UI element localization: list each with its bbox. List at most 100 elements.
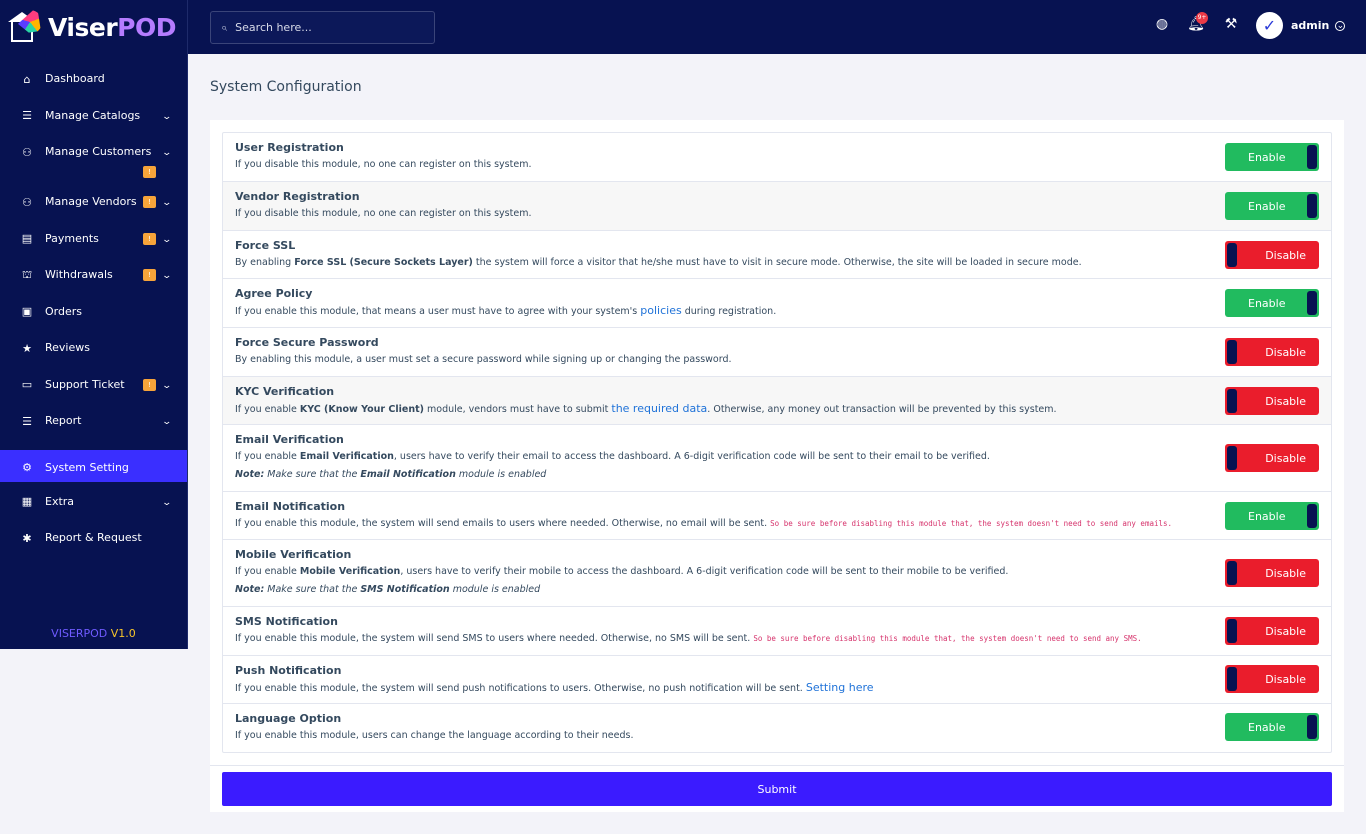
setting-row-mobile-verification: Mobile Verification If you enable Mobile… bbox=[223, 540, 1331, 607]
server-icon: ▦ bbox=[21, 495, 33, 508]
setting-row-vendor-registration: Vendor Registration If you disable this … bbox=[223, 182, 1331, 231]
home-icon: ⌂ bbox=[23, 72, 31, 86]
setting-title: KYC Verification bbox=[235, 385, 335, 398]
toggle-label: Disable bbox=[1265, 394, 1306, 408]
sidebar-item-system-setting[interactable]: ⚙ System Setting bbox=[0, 449, 187, 482]
setting-title: Agree Policy bbox=[235, 287, 313, 300]
email-notification-toggle[interactable]: Enable bbox=[1225, 502, 1319, 530]
alert-badge: ! bbox=[143, 166, 156, 178]
avatar: ✓ bbox=[1256, 12, 1283, 39]
sidebar-item-reviews[interactable]: ★ Reviews bbox=[0, 340, 187, 377]
sidebar-item-manage-catalogs[interactable]: ☰ Manage Catalogs ⌄ bbox=[0, 108, 187, 145]
setting-row-user-registration: User Registration If you disable this mo… bbox=[223, 133, 1331, 182]
push-notification-toggle[interactable]: Disable bbox=[1225, 665, 1319, 693]
setting-title: SMS Notification bbox=[235, 615, 338, 628]
setting-title: Mobile Verification bbox=[235, 548, 352, 561]
setting-title: Force SSL bbox=[235, 239, 296, 252]
sidebar-item-payments[interactable]: ▤ Payments ! ⌄ bbox=[0, 231, 187, 268]
submit-button[interactable]: Submit bbox=[222, 772, 1332, 806]
wrench-icon[interactable]: ⚒ bbox=[1221, 16, 1241, 36]
receipt-icon: ▤ bbox=[21, 232, 33, 245]
sms-notification-toggle[interactable]: Disable bbox=[1225, 617, 1319, 645]
setting-row-email-verification: Email Verification If you enable Email V… bbox=[223, 425, 1331, 492]
sidebar-item-support-ticket[interactable]: ▭ Support Ticket ! ⌄ bbox=[0, 377, 187, 414]
warning-code: So be sure before disabling this module … bbox=[770, 519, 1173, 528]
toggle-label: Enable bbox=[1248, 509, 1286, 523]
setting-description: If you enable Email Verification, users … bbox=[235, 451, 990, 462]
alert-badge: ! bbox=[143, 232, 156, 245]
vendor-registration-toggle[interactable]: Enable bbox=[1225, 192, 1319, 220]
toggle-label: Enable bbox=[1248, 150, 1286, 164]
money-icon: ▣ bbox=[21, 305, 33, 318]
sidebar-item-dashboard[interactable]: ⌂ Dashboard bbox=[0, 71, 187, 108]
setting-description: If you enable this module, users can cha… bbox=[235, 730, 634, 741]
settings-card: User Registration If you disable this mo… bbox=[210, 120, 1344, 812]
sidebar-item-manage-customers[interactable]: ⚇ Manage Customers ! ⌄ bbox=[0, 144, 187, 194]
toggle-label: Disable bbox=[1265, 451, 1306, 465]
user-registration-toggle[interactable]: Enable bbox=[1225, 143, 1319, 171]
bank-icon: ⛫ bbox=[21, 267, 33, 281]
chevron-down-icon: ⌄ bbox=[161, 234, 173, 245]
sidebar-item-extra[interactable]: ▦ Extra ⌄ bbox=[0, 494, 187, 531]
language-option-toggle[interactable]: Enable bbox=[1225, 713, 1319, 741]
chevron-down-icon: ⌄ bbox=[161, 198, 173, 208]
search-input[interactable] bbox=[235, 21, 416, 34]
mobile-verification-toggle[interactable]: Disable bbox=[1225, 559, 1319, 587]
setting-description: If you disable this module, no one can r… bbox=[235, 208, 532, 219]
setting-title: Language Option bbox=[235, 712, 342, 725]
gear-icon: ⚙ bbox=[22, 461, 32, 474]
setting-description: By enabling this module, a user must set… bbox=[235, 354, 732, 365]
brand-name-part1: Viser bbox=[48, 12, 118, 42]
sidebar-item-label: Orders bbox=[45, 304, 82, 318]
sidebar-item-report[interactable]: ☰ Report ⌄ bbox=[0, 413, 187, 450]
setting-title: User Registration bbox=[235, 141, 344, 154]
users-icon: ⚇ bbox=[22, 195, 32, 209]
policies-link[interactable]: policies bbox=[640, 304, 681, 317]
setting-title: Push Notification bbox=[235, 664, 342, 677]
setting-description: If you disable this module, no one can r… bbox=[235, 159, 532, 170]
sidebar-item-manage-vendors[interactable]: ⚇ Manage Vendors ! ⌄ bbox=[0, 194, 187, 231]
setting-note: Note: Make sure that the SMS Notificatio… bbox=[235, 584, 541, 595]
toggle-label: Disable bbox=[1265, 248, 1306, 262]
setting-row-agree-policy: Agree Policy If you enable this module, … bbox=[223, 279, 1331, 328]
sidebar-nav: ⌂ Dashboard ☰ Manage Catalogs ⌄ ⚇ Manage… bbox=[0, 71, 187, 567]
globe-icon[interactable]: ◍ bbox=[1152, 16, 1172, 36]
bug-icon: ✱ bbox=[22, 531, 32, 545]
divider bbox=[210, 765, 1344, 766]
toggle-label: Disable bbox=[1265, 672, 1306, 686]
kyc-verification-toggle[interactable]: Disable bbox=[1225, 387, 1319, 415]
sidebar-item-label: Extra bbox=[45, 494, 75, 508]
logo-icon bbox=[8, 8, 46, 46]
agree-policy-toggle[interactable]: Enable bbox=[1225, 289, 1319, 317]
force-ssl-toggle[interactable]: Disable bbox=[1225, 241, 1319, 269]
version-footer: VISERPOD V1.0 bbox=[0, 627, 187, 640]
search-box: ⌕ bbox=[210, 11, 435, 44]
setting-title: Vendor Registration bbox=[235, 190, 360, 203]
push-setting-link[interactable]: Setting here bbox=[806, 681, 874, 694]
force-secure-password-toggle[interactable]: Disable bbox=[1225, 338, 1319, 366]
list-icon: ☰ bbox=[22, 414, 32, 428]
toggle-label: Disable bbox=[1265, 566, 1306, 580]
sidebar-item-withdrawals[interactable]: ⛫ Withdrawals ! ⌄ bbox=[0, 267, 187, 304]
sidebar-item-report-request[interactable]: ✱ Report & Request bbox=[0, 530, 187, 567]
email-verification-toggle[interactable]: Disable bbox=[1225, 444, 1319, 472]
username: admin bbox=[1291, 19, 1330, 32]
sidebar-item-label: Withdrawals bbox=[45, 268, 113, 281]
setting-description: If you enable this module, the system wi… bbox=[235, 518, 1173, 529]
notification-count-badge: 9+ bbox=[1196, 12, 1208, 24]
user-menu[interactable]: ✓ admin ⌄ bbox=[1256, 12, 1346, 39]
setting-row-email-notification: Email Notification If you enable this mo… bbox=[223, 492, 1331, 540]
chevron-down-icon: ⌄ bbox=[161, 417, 173, 427]
chevron-down-icon: ⌄ bbox=[1335, 20, 1346, 31]
required-data-link[interactable]: the required data bbox=[611, 402, 707, 415]
setting-title: Email Notification bbox=[235, 500, 346, 513]
sidebar-item-label: Manage Vendors bbox=[45, 195, 137, 208]
sidebar-item-orders[interactable]: ▣ Orders bbox=[0, 304, 187, 341]
setting-description: If you enable Mobile Verification, users… bbox=[235, 566, 1009, 577]
sidebar-item-label: Manage Customers bbox=[45, 145, 152, 158]
setting-description: If you enable this module, that means a … bbox=[235, 304, 777, 317]
search-icon: ⌕ bbox=[221, 20, 228, 34]
brand-logo[interactable]: ViserPOD bbox=[0, 0, 187, 54]
page-title: System Configuration bbox=[210, 79, 362, 95]
bell-icon[interactable]: 🔔︎ 9+ bbox=[1186, 12, 1208, 36]
